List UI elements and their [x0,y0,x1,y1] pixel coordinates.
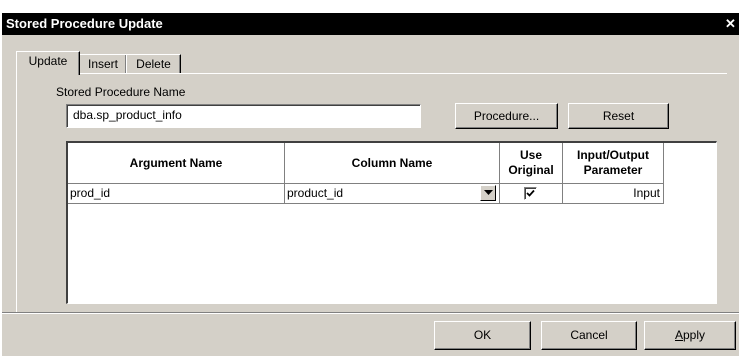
column-name-dropdown[interactable] [480,185,496,201]
header-input-output-parameter: Input/Output Parameter [577,148,649,177]
cancel-button-label: Cancel [570,328,608,342]
reset-button[interactable]: Reset [568,103,669,129]
tab-delete[interactable]: Delete [126,54,181,74]
procedure-button[interactable]: Procedure... [455,103,558,129]
ok-button-label: OK [473,328,492,342]
ok-button[interactable]: OK [434,321,531,350]
column-name-cell[interactable]: product_id [287,183,343,203]
stored-procedure-name-label: Stored Procedure Name [56,85,186,99]
header-column-name: Column Name [351,155,433,170]
close-icon[interactable]: ✕ [725,13,737,35]
reset-button-label: Reset [602,109,635,123]
use-original-checkbox[interactable] [524,187,537,200]
dialog-title: Stored Procedure Update [6,16,163,31]
apply-rest: pply [683,328,706,342]
table-row[interactable]: prod_id product_id Input [68,183,664,203]
tab-update-label: Update [28,54,68,68]
checkmark-icon [526,189,535,197]
argument-name-cell[interactable]: prod_id [70,183,110,203]
tab-insert[interactable]: Insert [79,54,127,74]
io-parameter-cell[interactable]: Input [565,183,660,203]
arguments-grid[interactable]: Argument Name Column Name Use Original I… [66,141,717,304]
stored-procedure-update-dialog: Stored Procedure Update ✕ Update Insert … [2,13,739,356]
chevron-down-icon [484,190,493,195]
title-bar: Stored Procedure Update ✕ [2,13,739,35]
header-argument-name: Argument Name [129,155,223,170]
procedure-button-label: Procedure... [473,109,540,123]
footer-divider-highlight [2,313,739,314]
grid-divider [68,203,664,204]
tab-update[interactable]: Update [16,51,80,75]
cancel-button[interactable]: Cancel [541,321,637,350]
apply-button-label: Apply [675,328,705,342]
stored-procedure-name-input[interactable]: dba.sp_product_info [66,104,421,128]
apply-button[interactable]: Apply [644,321,736,350]
tab-insert-label: Insert [87,57,118,71]
apply-mnemonic: A [674,328,683,342]
header-use-original: Use Original [508,148,554,177]
tab-delete-label: Delete [136,57,171,71]
